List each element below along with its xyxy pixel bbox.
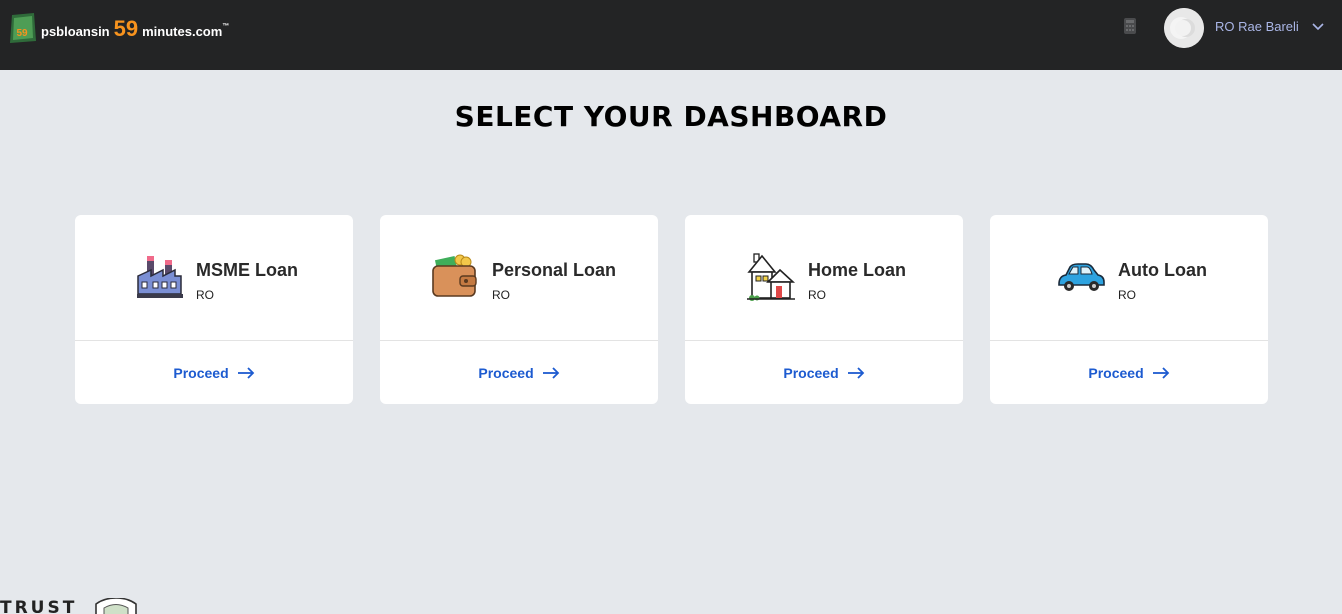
proceed-button-auto[interactable]: Proceed: [990, 341, 1268, 404]
arrow-right-icon: [542, 366, 559, 379]
top-bar: 59 psbloansin 59 minutes.com ™ RO Rae Ba…: [0, 0, 1342, 70]
arrow-right-icon: [847, 366, 864, 379]
house-icon: [746, 252, 796, 302]
proceed-button-home[interactable]: Proceed: [685, 341, 963, 404]
proceed-button-msme[interactable]: Proceed: [75, 341, 353, 404]
logo-badge-icon: 59: [8, 13, 38, 45]
arrow-right-icon: [1152, 366, 1169, 379]
chevron-down-icon[interactable]: [1311, 20, 1325, 32]
calculator-icon[interactable]: [1123, 17, 1137, 35]
wallet-icon: [430, 252, 480, 302]
arrow-right-icon: [237, 366, 254, 379]
dashboard-card-personal: Personal Loan RO Proceed: [380, 215, 658, 404]
site-logo[interactable]: 59 psbloansin 59 minutes.com ™: [8, 12, 229, 46]
logo-prefix: psbloansin: [41, 24, 110, 39]
dashboard-card-home: Home Loan RO Proceed: [685, 215, 963, 404]
svg-text:59: 59: [16, 28, 28, 39]
trust-label: TRUST: [0, 598, 78, 614]
proceed-button-personal[interactable]: Proceed: [380, 341, 658, 404]
user-name-link[interactable]: RO Rae Bareli: [1215, 19, 1299, 34]
card-subtitle: RO: [196, 288, 214, 302]
logo-number: 59: [113, 16, 139, 41]
shield-icon: [95, 598, 137, 614]
trust-badge[interactable]: TRUST: [0, 598, 140, 614]
card-title: Home Loan: [808, 260, 907, 280]
avatar[interactable]: [1164, 8, 1204, 48]
logo-trademark: ™: [222, 23, 230, 30]
logo-domain: minutes.com: [142, 24, 223, 39]
dashboard-card-msme: MSME Loan RO Proceed: [75, 215, 353, 404]
factory-icon: [135, 252, 185, 302]
card-subtitle: RO: [808, 288, 826, 302]
card-title: MSME Loan: [196, 260, 298, 280]
page-title: SELECT YOUR DASHBOARD: [454, 100, 888, 133]
card-subtitle: RO: [1118, 288, 1136, 302]
card-title: Personal Loan: [492, 260, 617, 280]
car-icon: [1056, 252, 1106, 302]
card-title: Auto Loan: [1118, 260, 1207, 280]
dashboard-card-auto: Auto Loan RO Proceed: [990, 215, 1268, 404]
card-subtitle: RO: [492, 288, 510, 302]
